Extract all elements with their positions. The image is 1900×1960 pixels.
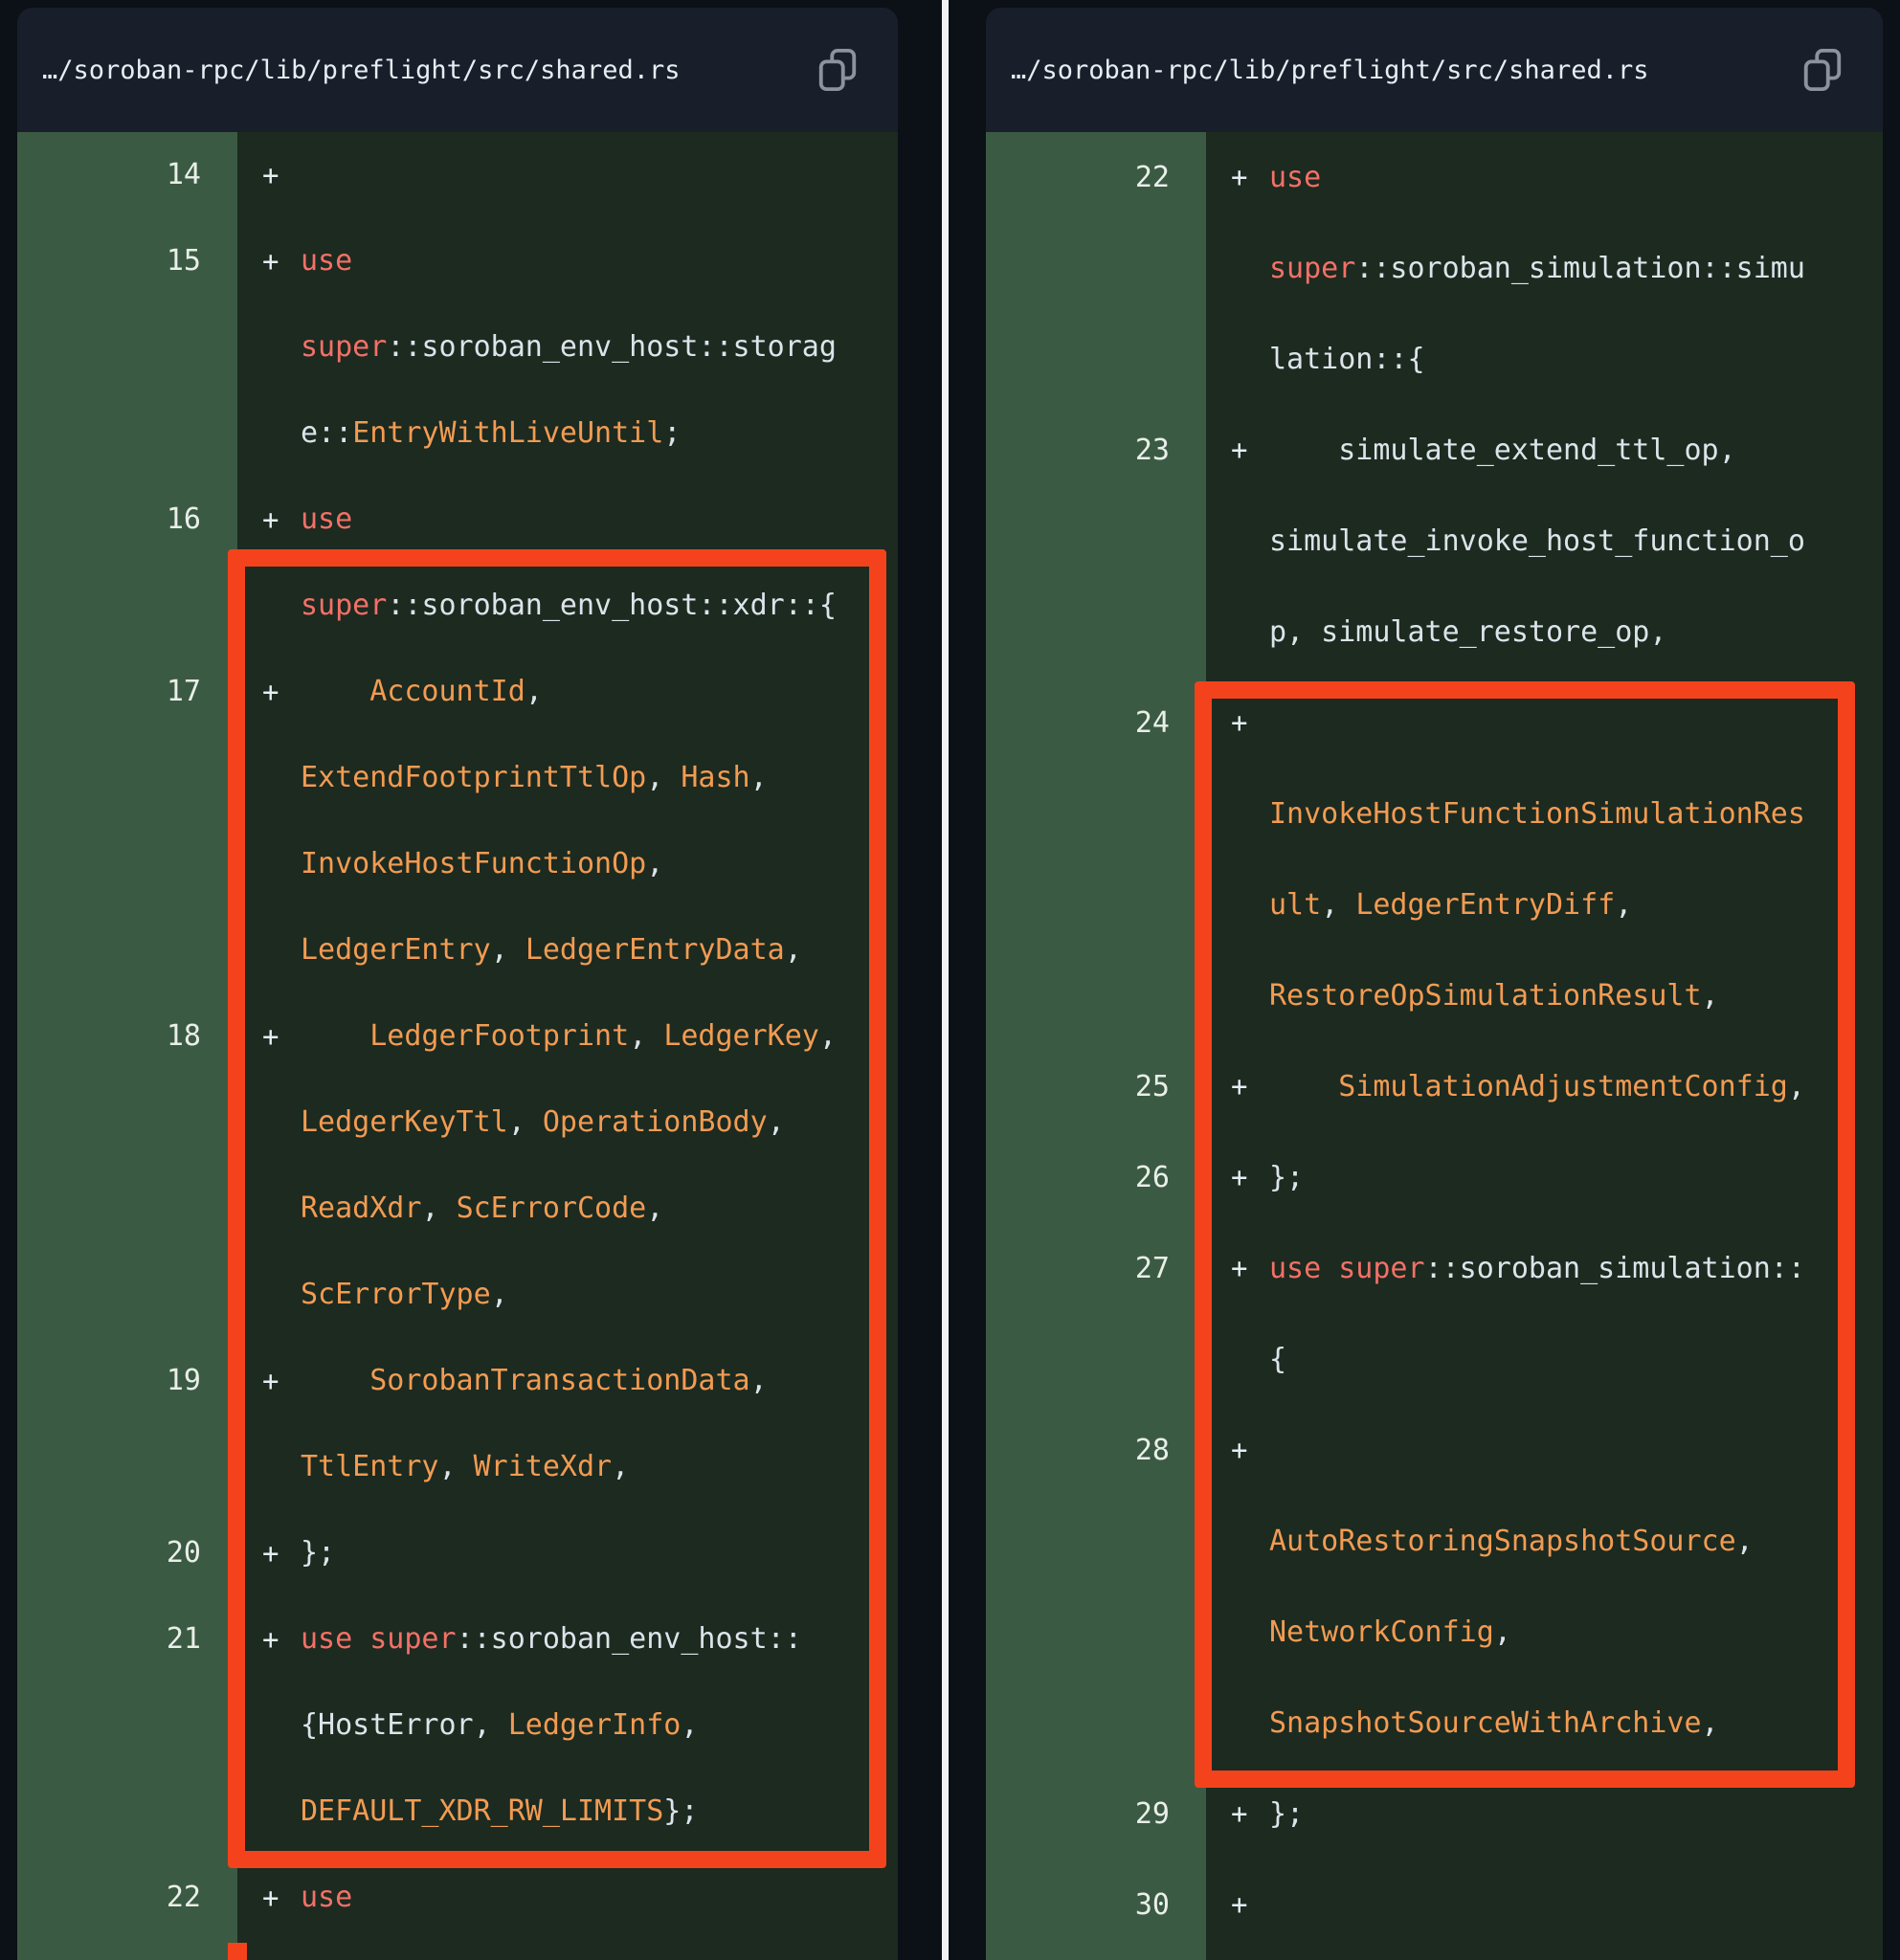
diff-row[interactable]: 14 + — [17, 132, 898, 218]
diff-code-area: 14+15+usesuper::soroban_env_host::storag… — [17, 132, 898, 1960]
diff-row[interactable]: lation::{ — [986, 314, 1883, 405]
line-number: 22 — [986, 132, 1206, 223]
file-header[interactable]: …/soroban-rpc/lib/preflight/src/shared.r… — [986, 8, 1883, 132]
file-header[interactable]: …/soroban-rpc/lib/preflight/src/shared.r… — [17, 8, 898, 132]
diff-code-area: 22+usesuper::soroban_simulation::simulat… — [986, 132, 1883, 1960]
panel-divider — [942, 0, 949, 1960]
line-number: 30 — [986, 1860, 1206, 1950]
addition-marker: + — [1231, 1860, 1269, 1950]
highlight-box — [228, 549, 886, 1868]
line-number: 31 — [986, 1950, 1206, 1960]
diff-row[interactable]: 30 + — [986, 1860, 1883, 1950]
line-number: 17 — [17, 649, 237, 735]
addition-marker: + — [1231, 405, 1269, 496]
diff-row[interactable]: p, simulate_restore_op, — [986, 587, 1883, 678]
diff-row[interactable]: 22 +use — [986, 132, 1883, 223]
diff-row[interactable]: e::EntryWithLiveUntil; — [17, 390, 898, 477]
code-text: DEFAULT_XDR_RW_LIMITS}; — [301, 1941, 698, 1960]
highlight-box-partial — [228, 1943, 247, 1960]
file-diff-panel-left: …/soroban-rpc/lib/preflight/src/shared.r… — [17, 8, 898, 1960]
line-number: 14 — [17, 132, 237, 218]
line-number: 28 — [986, 1405, 1206, 1496]
diff-view: …/soroban-rpc/lib/preflight/src/shared.r… — [0, 0, 1900, 1960]
line-number: 26 — [986, 1132, 1206, 1223]
highlight-box — [1195, 681, 1855, 1788]
line-number: 18 — [17, 993, 237, 1080]
diff-row[interactable]: DEFAULT_XDR_RW_LIMITS}; — [17, 1941, 898, 1960]
diff-row[interactable]: simulate_invoke_host_function_o — [986, 496, 1883, 587]
code-text: simulate_invoke_host_function_o — [1269, 496, 1805, 587]
line-number: 16 — [17, 477, 237, 563]
file-path: …/soroban-rpc/lib/preflight/src/shared.r… — [1011, 56, 1648, 85]
diff-row[interactable]: 23 + simulate_extend_ttl_op, — [986, 405, 1883, 496]
line-number: 19 — [17, 1338, 237, 1424]
code-text: lation::{ — [1269, 314, 1425, 405]
line-number: 22 — [17, 1855, 237, 1941]
code-text: // — [1269, 1950, 1304, 1960]
file-path: …/soroban-rpc/lib/preflight/src/shared.r… — [42, 56, 680, 85]
addition-marker: + — [262, 132, 301, 218]
addition-marker: + — [262, 218, 301, 304]
code-text: use — [301, 218, 352, 304]
code-text: use — [1269, 132, 1321, 223]
line-number: 27 — [986, 1223, 1206, 1314]
copy-icon[interactable] — [1800, 46, 1844, 94]
code-text: simulate_extend_ttl_op, — [1269, 405, 1736, 496]
line-number: 24 — [986, 678, 1206, 768]
line-number: 15 — [17, 218, 237, 304]
addition-marker: + — [1231, 1950, 1269, 1960]
line-number: 20 — [17, 1510, 237, 1596]
code-text: super::soroban_env_host::storag — [301, 304, 837, 390]
file-diff-panel-right: …/soroban-rpc/lib/preflight/src/shared.r… — [986, 8, 1883, 1960]
copy-icon[interactable] — [816, 46, 860, 94]
line-number: 25 — [986, 1041, 1206, 1132]
code-text: p, simulate_restore_op, — [1269, 587, 1666, 678]
line-number: 29 — [986, 1769, 1206, 1860]
line-number: 23 — [986, 405, 1206, 496]
diff-row[interactable]: super::soroban_simulation::simu — [986, 223, 1883, 314]
line-number: 21 — [17, 1596, 237, 1682]
diff-row[interactable]: 15 +use — [17, 218, 898, 304]
code-text: e::EntryWithLiveUntil; — [301, 390, 681, 477]
diff-row[interactable]: 31 +// — [986, 1950, 1883, 1960]
diff-row[interactable]: super::soroban_env_host::storag — [17, 304, 898, 390]
addition-marker: + — [1231, 132, 1269, 223]
code-text: super::soroban_simulation::simu — [1269, 223, 1805, 314]
